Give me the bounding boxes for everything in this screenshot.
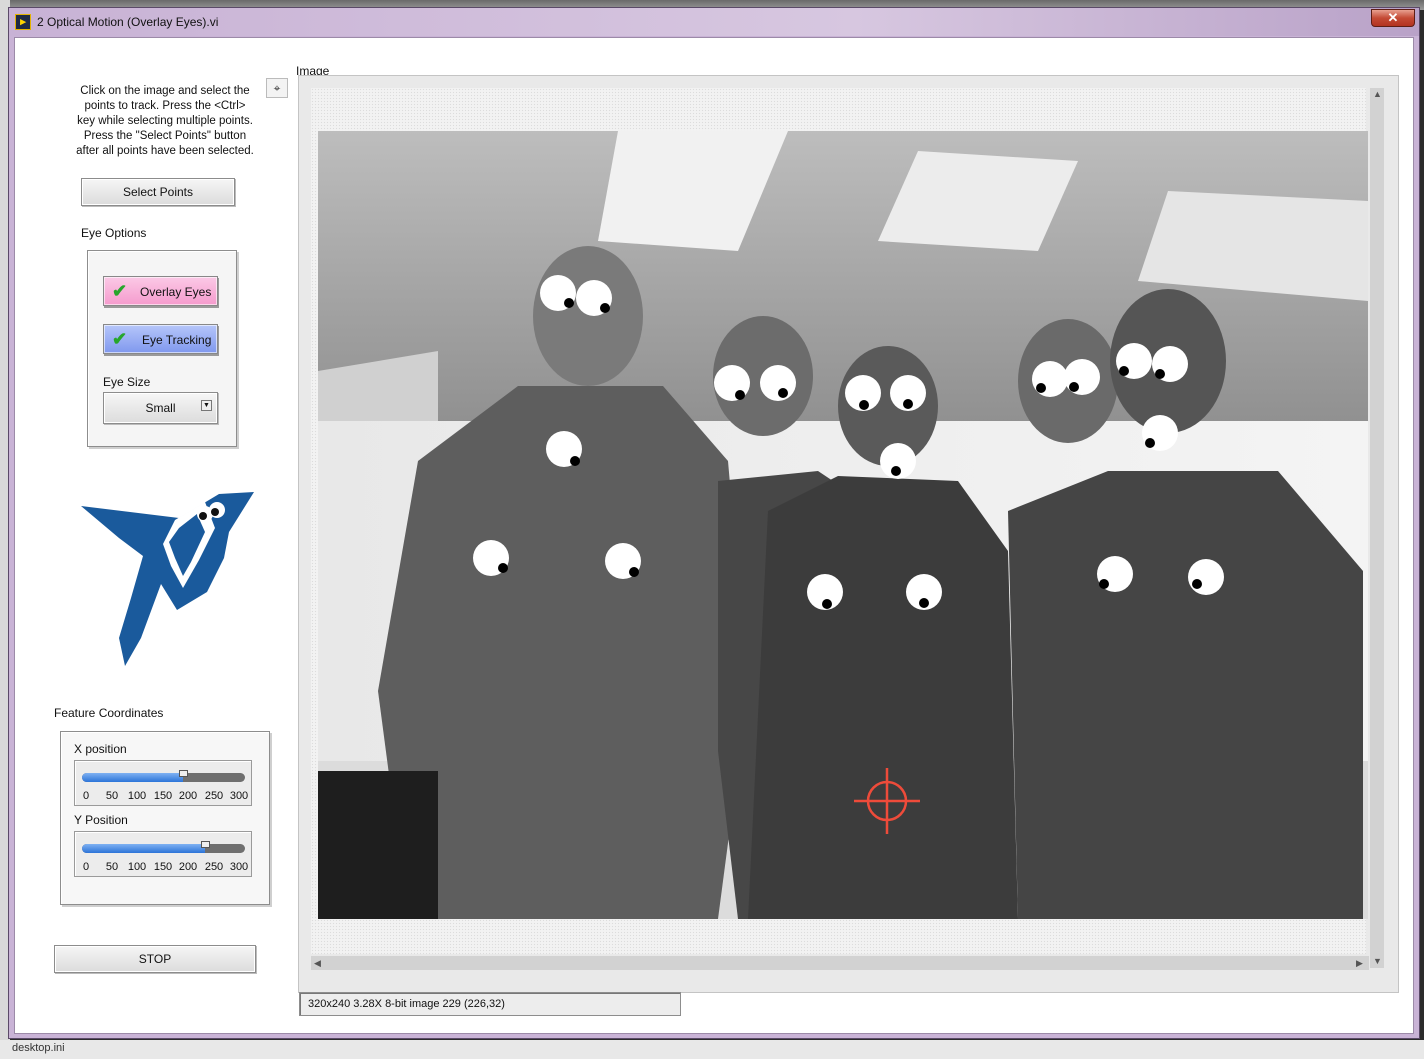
x-position-slider[interactable]: 0 50 100 150 200 250 300 [74,760,252,806]
y-position-label: Y Position [74,813,128,827]
tick-label: 150 [153,790,173,802]
tick-label: 300 [229,790,249,802]
stop-button[interactable]: STOP [54,945,256,973]
checkmark-icon: ✔ [112,281,128,301]
x-slider-track[interactable] [82,770,245,782]
tick-label: 0 [82,861,90,873]
tick-label: 150 [153,861,173,873]
instructions-text: Click on the image and select the points… [76,85,254,157]
vertical-scrollbar[interactable]: ▲ ▼ [1370,88,1384,968]
horizontal-scrollbar[interactable]: ◀ ▶ [311,956,1369,970]
tick-label: 200 [178,790,198,802]
desktop-background-bottom: desktop.ini [0,1040,1424,1059]
x-slider-thumb[interactable] [178,770,188,777]
zoom-crosshair-icon[interactable]: ⌖ [266,78,288,98]
x-slider-scale: 0 50 100 150 200 250 300 [75,790,253,804]
tick-label: 0 [82,790,90,802]
tick-label: 100 [127,861,147,873]
dropdown-arrow-icon[interactable]: ▼ [201,400,212,411]
feature-coordinates-cluster: X position 0 50 100 150 200 250 300 Y Po… [60,731,270,905]
y-slider-thumb[interactable] [200,841,210,848]
eye-size-ring[interactable]: Small ▼ [103,392,218,424]
front-panel: Click on the image and select the points… [14,37,1414,1034]
image-info-status: 320x240 3.28X 8-bit image 229 (226,32) [299,992,681,1016]
tick-label: 200 [178,861,198,873]
tick-label: 50 [105,861,119,873]
eye-options-label: Eye Options [81,226,147,240]
overlay-eyes-toggle[interactable]: ✔ Overlay Eyes [103,276,218,306]
tick-label: 300 [229,861,249,873]
desktop-file-label[interactable]: desktop.ini [12,1042,65,1054]
checkmark-icon: ✔ [112,329,128,349]
y-slider-fill [82,844,205,853]
overlay-eyes-label: Overlay Eyes [140,285,212,299]
y-position-slider[interactable]: 0 50 100 150 200 250 300 [74,831,252,877]
ni-eagle-logo [79,488,257,668]
stop-label: STOP [138,952,172,966]
image-display[interactable]: ▲ ▼ ◀ ▶ [298,75,1399,993]
tick-label: 250 [204,861,224,873]
feature-coordinates-label: Feature Coordinates [54,706,164,720]
tick-label: 50 [105,790,119,802]
labview-vi-window: ▸ 2 Optical Motion (Overlay Eyes).vi ✕ C… [8,7,1420,1039]
scroll-up-icon[interactable]: ▲ [1373,89,1382,99]
eye-options-cluster: ✔ Overlay Eyes ✔ Eye Tracking Eye Size S… [87,250,237,447]
x-position-label: X position [74,742,127,756]
select-points-label: Select Points [122,185,194,199]
labview-vi-icon: ▸ [15,14,31,30]
select-points-button[interactable]: Select Points [81,178,235,206]
tick-label: 250 [204,790,224,802]
scroll-right-icon[interactable]: ▶ [1356,958,1363,969]
eye-tracking-toggle[interactable]: ✔ Eye Tracking [103,324,218,354]
eye-tracking-label: Eye Tracking [142,333,212,347]
x-slider-fill [82,773,183,782]
y-slider-scale: 0 50 100 150 200 250 300 [75,861,253,875]
window-title: 2 Optical Motion (Overlay Eyes).vi [37,15,219,29]
scroll-down-icon[interactable]: ▼ [1373,956,1382,966]
scroll-left-icon[interactable]: ◀ [314,958,321,969]
y-slider-track[interactable] [82,841,245,853]
camera-image[interactable] [318,131,1368,919]
eye-size-value: Small [145,401,176,415]
close-button[interactable]: ✕ [1371,9,1415,27]
eye-size-label: Eye Size [103,375,151,389]
title-bar[interactable]: ▸ 2 Optical Motion (Overlay Eyes).vi ✕ [9,8,1419,36]
tick-label: 100 [127,790,147,802]
